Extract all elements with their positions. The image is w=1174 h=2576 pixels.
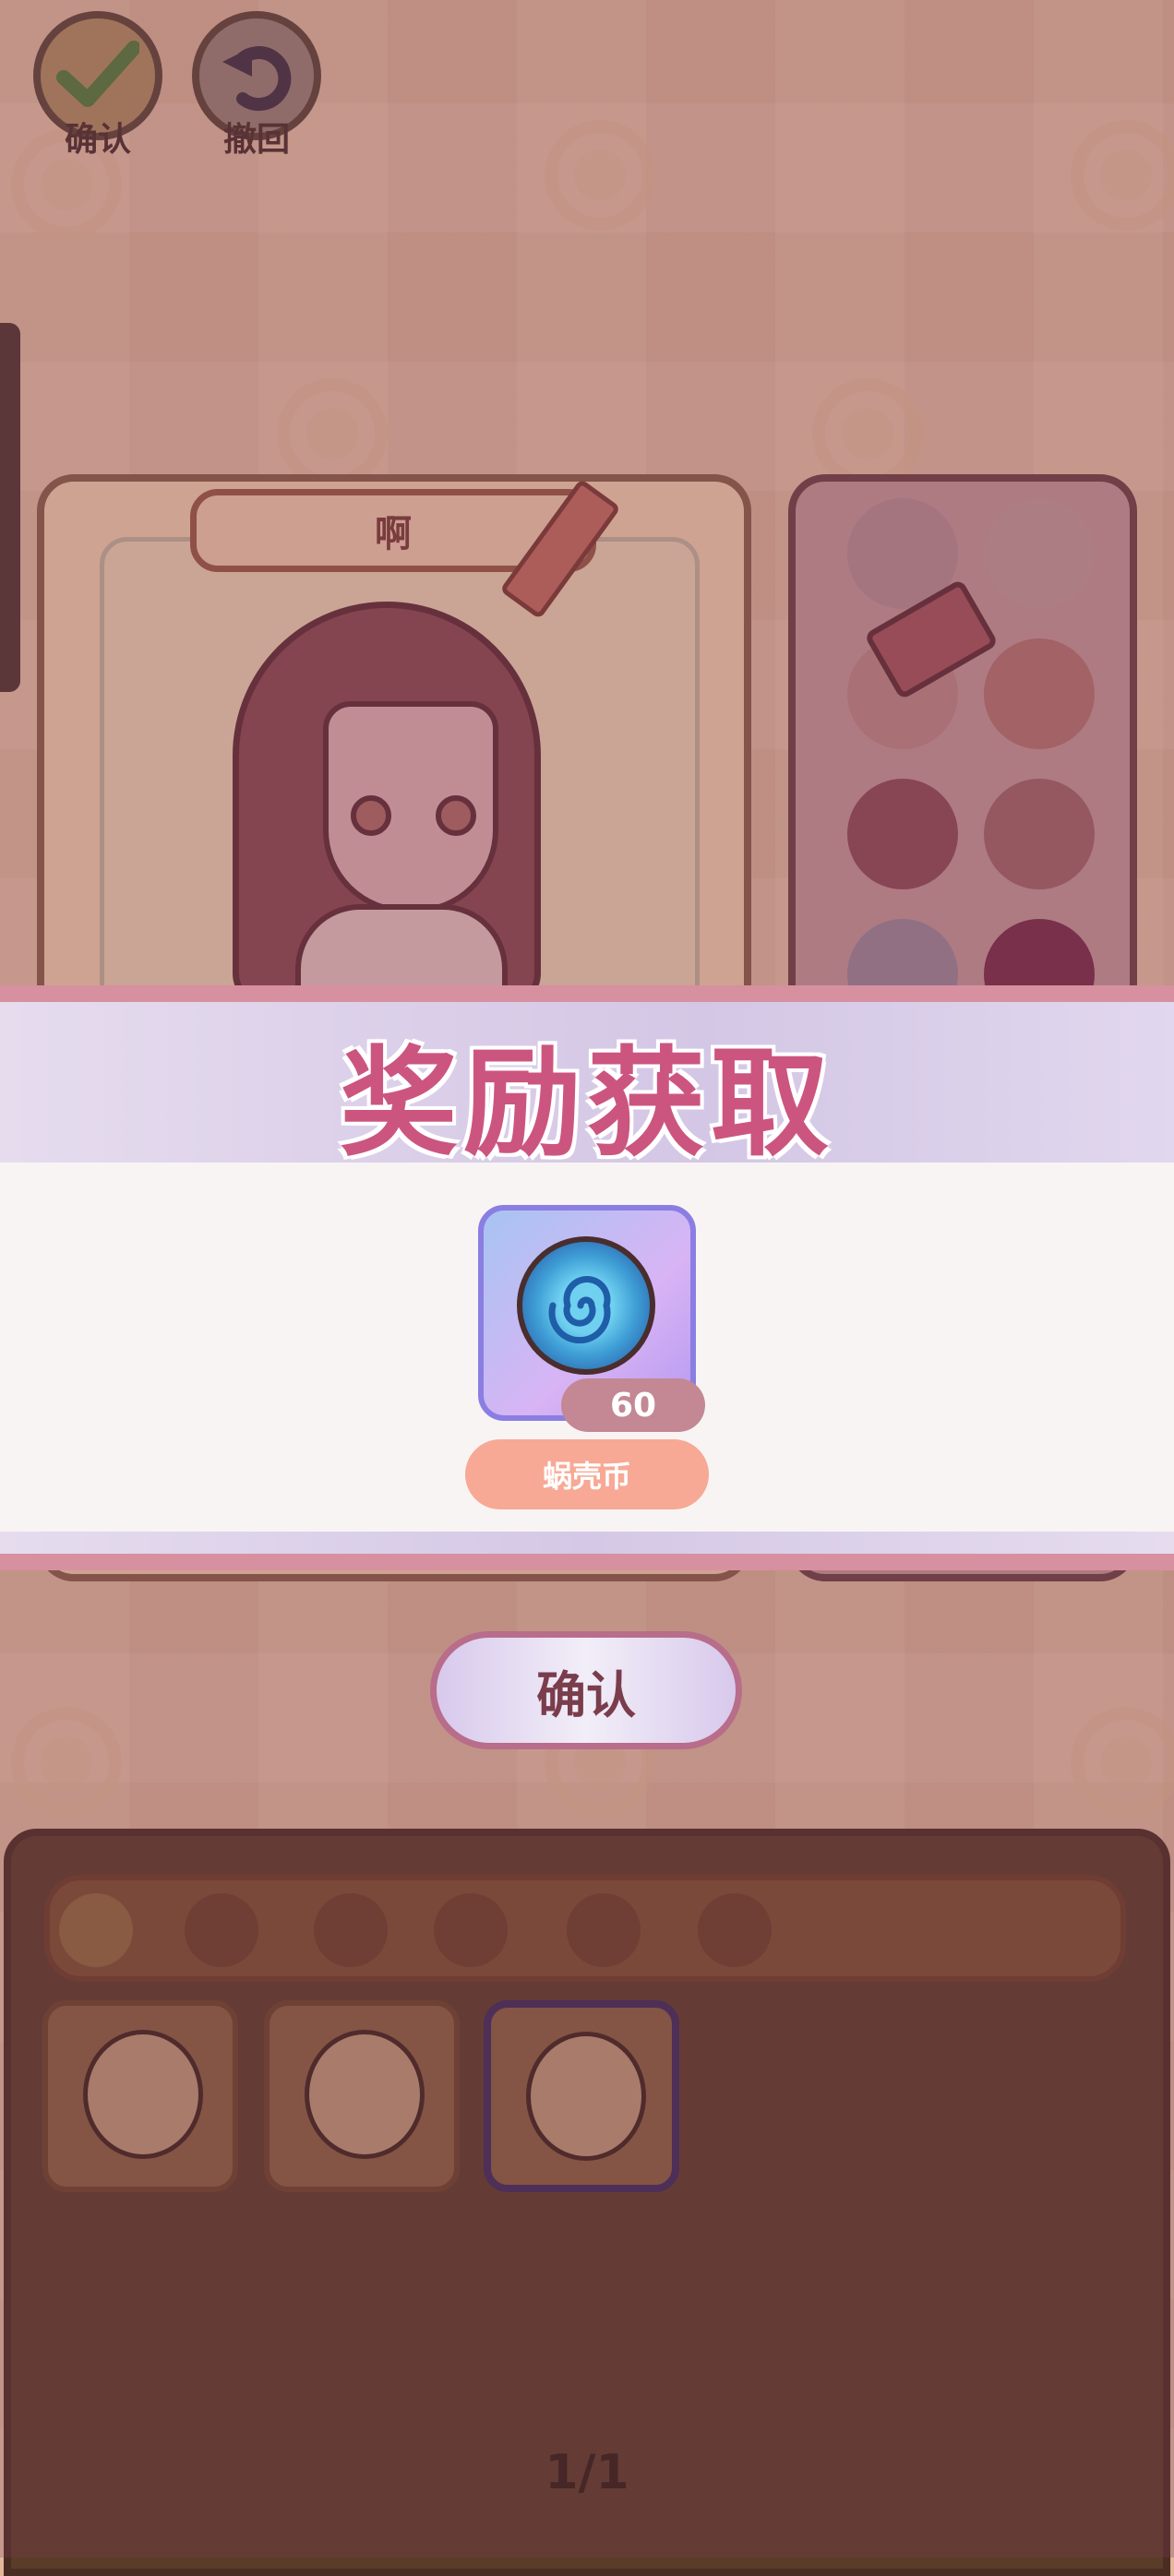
- spiral-icon: [548, 1275, 611, 1344]
- banner-border-top: [0, 985, 1174, 1002]
- banner-footer-strip: [0, 1532, 1174, 1554]
- snail-shell-coin-icon: [517, 1236, 655, 1375]
- reward-title: 奖励获取: [339, 1035, 834, 1173]
- reward-quantity-badge: 60: [561, 1378, 705, 1432]
- banner-border-bottom: [0, 1554, 1174, 1570]
- reward-confirm-button[interactable]: 确认: [430, 1631, 742, 1749]
- reward-item-name: 蜗壳币: [465, 1439, 709, 1509]
